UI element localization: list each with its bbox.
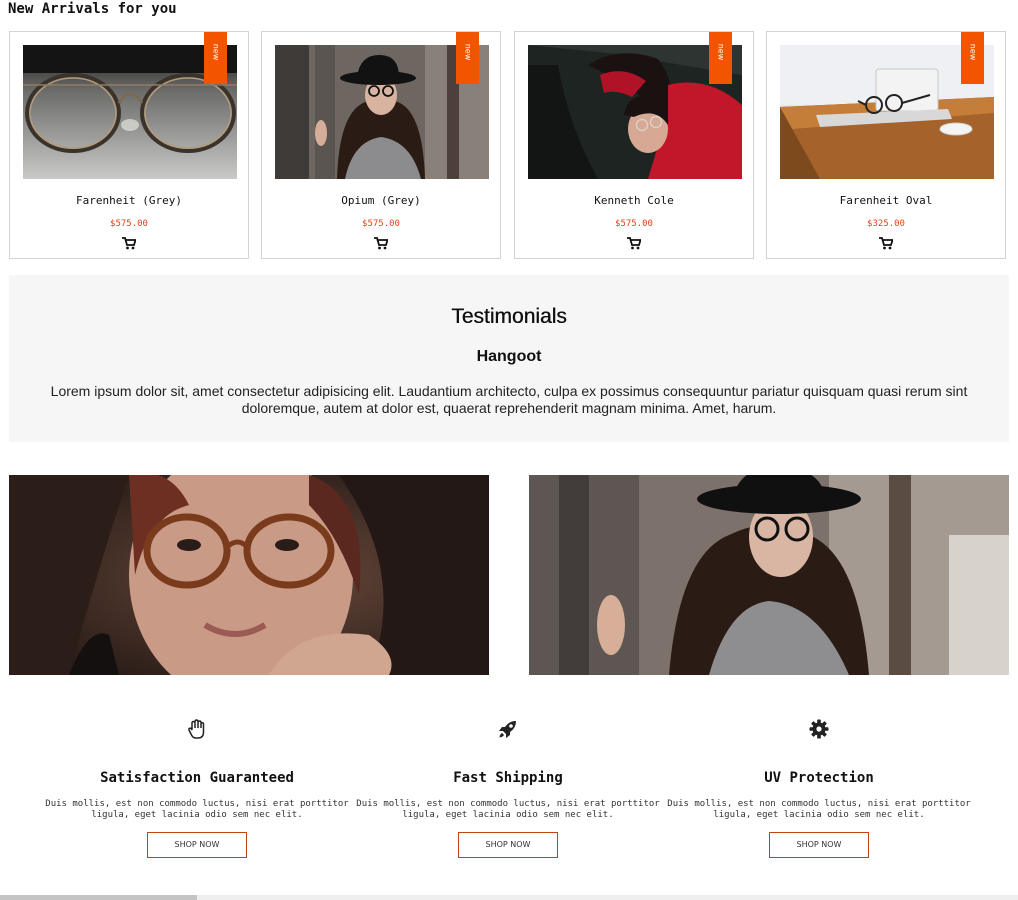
horizontal-scrollbar[interactable] <box>0 895 1018 900</box>
feature-satisfaction: Satisfaction Guaranteed Duis mollis, est… <box>42 718 352 858</box>
feature-text: Duis mollis, est non commodo luctus, nis… <box>45 799 349 820</box>
product-price: $575.00 <box>615 219 653 229</box>
feature-text: Duis mollis, est non commodo luctus, nis… <box>667 799 971 820</box>
cart-icon[interactable] <box>627 235 642 250</box>
gear-icon <box>808 718 830 740</box>
hand-icon <box>186 718 208 740</box>
product-price: $325.00 <box>867 219 905 229</box>
banner-image-model-hat[interactable] <box>529 475 1009 675</box>
feature-title: UV Protection <box>764 770 874 786</box>
feature-title: Fast Shipping <box>453 770 563 786</box>
new-arrivals-title: New Arrivals for you <box>8 1 177 17</box>
product-price: $575.00 <box>362 219 400 229</box>
product-name[interactable]: Farenheit (Grey) <box>10 194 248 207</box>
shop-now-button[interactable]: SHOP NOW <box>458 832 558 858</box>
product-card[interactable]: new Farenheit (Grey) $575.00 <box>9 31 249 259</box>
feature-shipping: Fast Shipping Duis mollis, est non commo… <box>353 718 663 858</box>
product-card[interactable]: new Farenheit Oval $325.00 <box>766 31 1006 259</box>
scrollbar-thumb[interactable] <box>0 895 197 900</box>
banner-image-glasses-closeup[interactable] <box>9 475 489 675</box>
testimonial-author: Hangoot <box>476 348 542 365</box>
new-badge: new <box>456 32 479 84</box>
product-name[interactable]: Farenheit Oval <box>767 194 1005 207</box>
shop-now-button[interactable]: SHOP NOW <box>147 832 247 858</box>
testimonial-quote: Lorem ipsum dolor sit, amet consectetur … <box>50 383 968 416</box>
rocket-icon <box>497 718 519 740</box>
cart-icon[interactable] <box>879 235 894 250</box>
product-name[interactable]: Opium (Grey) <box>262 194 500 207</box>
new-badge: new <box>961 32 984 84</box>
new-badge: new <box>709 32 732 84</box>
testimonials-section: Testimonials Hangoot Lorem ipsum dolor s… <box>9 275 1009 442</box>
product-card[interactable]: new Kenneth Cole $575.00 <box>514 31 754 259</box>
feature-uv-protection: UV Protection Duis mollis, est non commo… <box>664 718 974 858</box>
product-name[interactable]: Kenneth Cole <box>515 194 753 207</box>
cart-icon[interactable] <box>122 235 137 250</box>
feature-text: Duis mollis, est non commodo luctus, nis… <box>356 799 660 820</box>
cart-icon[interactable] <box>374 235 389 250</box>
product-card[interactable]: new Opium (Grey) $575.00 <box>261 31 501 259</box>
new-badge: new <box>204 32 227 84</box>
testimonials-title: Testimonials <box>451 305 567 328</box>
product-price: $575.00 <box>110 219 148 229</box>
feature-title: Satisfaction Guaranteed <box>100 770 294 786</box>
shop-now-button[interactable]: SHOP NOW <box>769 832 869 858</box>
